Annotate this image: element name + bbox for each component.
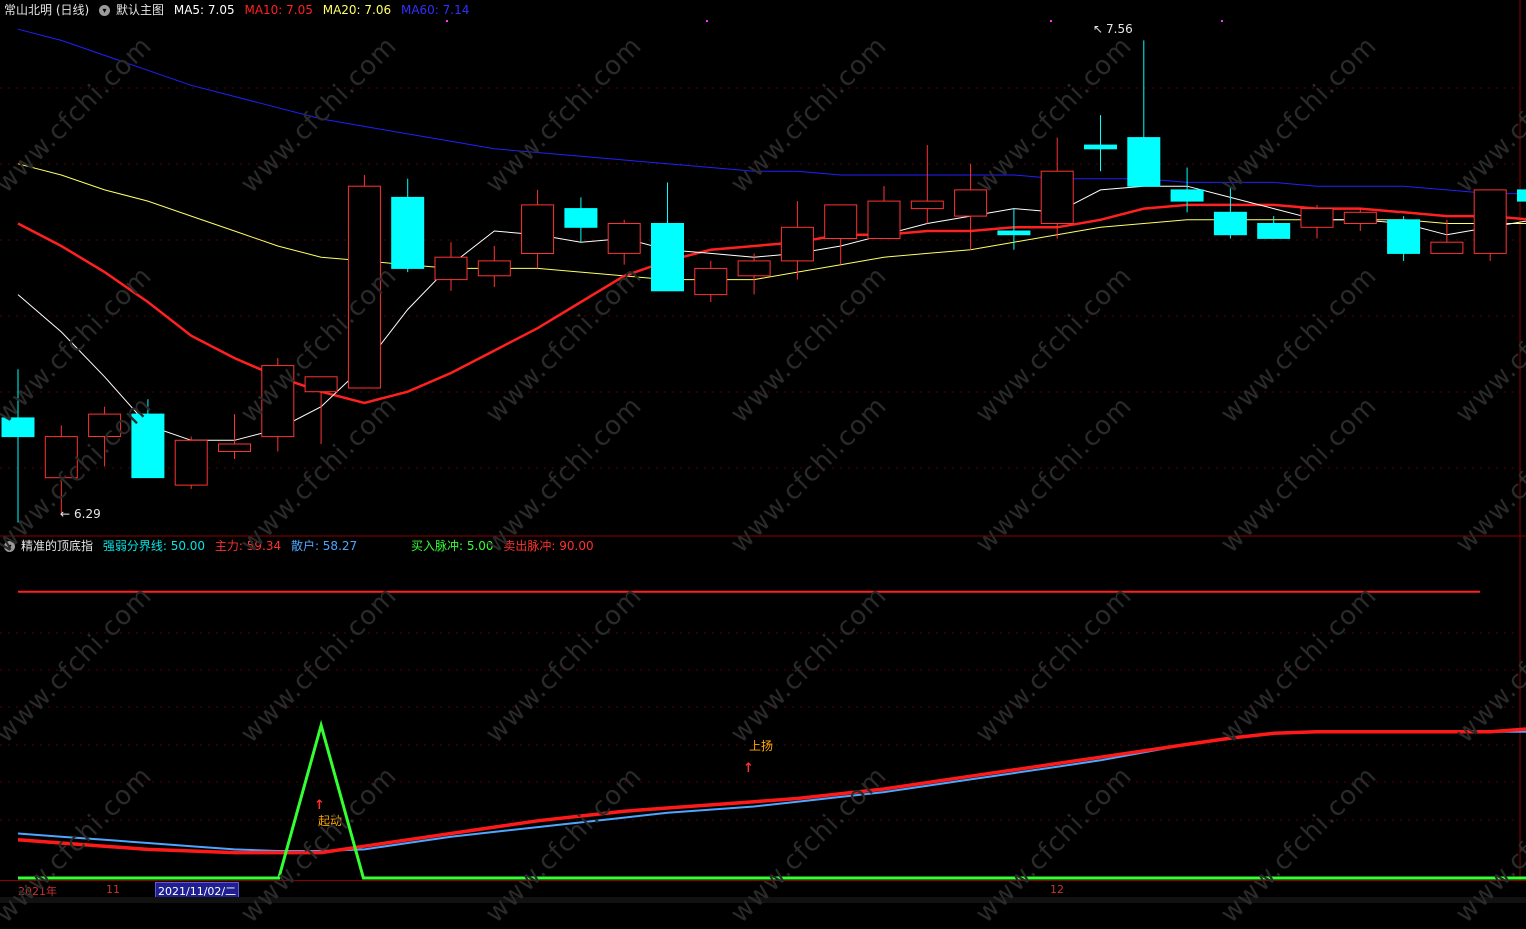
signal-dot bbox=[1221, 20, 1223, 22]
candle-up bbox=[1431, 242, 1463, 253]
stock-title[interactable]: 常山北明 (日线) bbox=[4, 3, 89, 17]
candle-up bbox=[825, 205, 857, 239]
candle-up bbox=[738, 261, 770, 276]
stock-chart-window: 常山北明 (日线) ▾ 默认主图 MA5: 7.05 MA10: 7.05 MA2… bbox=[0, 0, 1526, 903]
signal-dot bbox=[1050, 20, 1052, 22]
candle-down bbox=[1518, 190, 1526, 201]
candle-down bbox=[998, 231, 1030, 235]
ma5-value: MA5: 7.05 bbox=[174, 3, 235, 17]
candle-down bbox=[1171, 190, 1203, 201]
ma20-value: MA20: 7.06 bbox=[323, 3, 391, 17]
candle-up bbox=[219, 444, 251, 452]
candle-down bbox=[1085, 145, 1117, 149]
main-chart-header: 常山北明 (日线) ▾ 默认主图 MA5: 7.05 MA10: 7.05 MA2… bbox=[4, 1, 475, 19]
signal-dot bbox=[446, 20, 448, 22]
month-12-tick: 12 bbox=[1050, 883, 1064, 896]
retail-value: 散户: 58.27 bbox=[291, 539, 357, 553]
candle-down bbox=[1214, 212, 1246, 234]
candle-down bbox=[392, 197, 424, 268]
candle-up bbox=[608, 224, 640, 254]
low-price-label: 6.29 bbox=[74, 507, 101, 521]
candle-up bbox=[1041, 171, 1073, 223]
candle-down bbox=[1128, 138, 1160, 187]
candle-up bbox=[955, 190, 987, 216]
candle-up bbox=[1344, 212, 1376, 223]
high-arrow: ↖ bbox=[1093, 22, 1103, 36]
template-label[interactable]: 默认主图 bbox=[116, 3, 164, 17]
candle-down bbox=[565, 209, 597, 228]
candle-down bbox=[1258, 224, 1290, 239]
candle-up bbox=[478, 261, 510, 276]
candle-up bbox=[435, 257, 467, 279]
low-arrow: ← bbox=[60, 507, 70, 521]
candle-up bbox=[1474, 190, 1506, 254]
rise-arrow-icon: ↑ bbox=[743, 761, 754, 776]
start-arrow-icon: ↑ bbox=[314, 798, 325, 813]
candle-up bbox=[911, 201, 943, 209]
candle-up bbox=[175, 440, 207, 485]
template-dropdown-icon[interactable]: ▾ bbox=[99, 5, 110, 16]
ma10-value: MA10: 7.05 bbox=[244, 3, 312, 17]
month-11-tick: 11 bbox=[106, 883, 120, 896]
ma60-value: MA60: 7.14 bbox=[401, 3, 469, 17]
indicator-name[interactable]: 精准的顶底指 bbox=[21, 539, 93, 553]
candle-up bbox=[305, 377, 337, 392]
candle-up bbox=[1301, 209, 1333, 228]
divider-value: 强弱分界线: 50.00 bbox=[103, 539, 205, 553]
candle-down bbox=[652, 224, 684, 291]
candle-down bbox=[1388, 220, 1420, 254]
candle-up bbox=[868, 201, 900, 238]
candle-up bbox=[781, 227, 813, 261]
buy-pulse-value: 买入脉冲: 5.00 bbox=[411, 539, 494, 553]
candle-up bbox=[522, 205, 554, 254]
signal-dot bbox=[706, 20, 708, 22]
candle-up bbox=[695, 268, 727, 294]
